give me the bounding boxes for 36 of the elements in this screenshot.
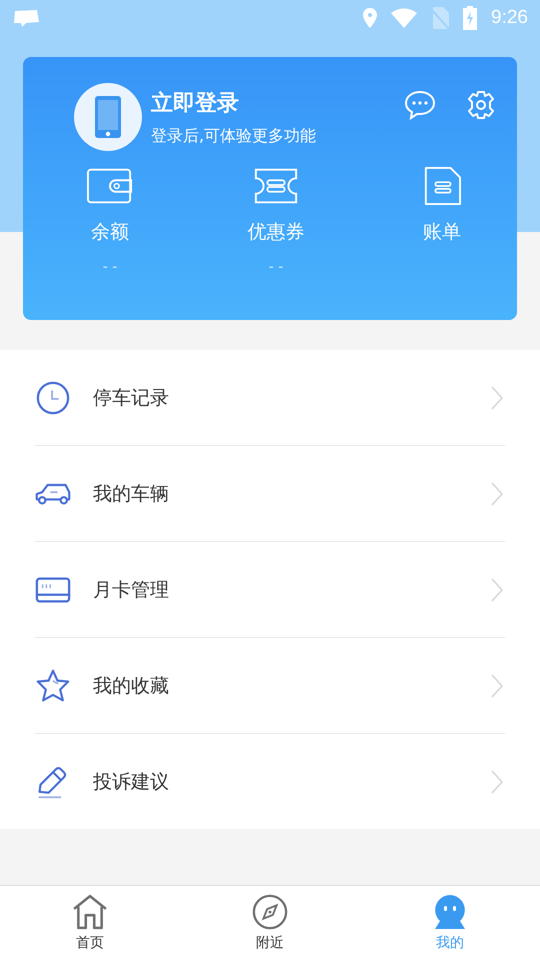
settings-icon[interactable] (465, 89, 497, 121)
wifi-icon (391, 8, 418, 28)
message-icon[interactable] (404, 89, 436, 121)
chevron-right-icon (491, 386, 503, 410)
menu-label: 停车记录 (93, 386, 170, 410)
status-time: 9:26 (491, 7, 528, 29)
nav-tab[interactable]: 附近 (180, 886, 360, 960)
chevron-right-icon (491, 482, 503, 506)
location-icon (363, 8, 378, 28)
app-notification-icon (12, 8, 40, 28)
menu-item[interactable]: 停车记录 (35, 350, 505, 446)
compass-icon (252, 894, 288, 930)
menu-item[interactable]: 我的收藏 (35, 638, 505, 734)
stat-value: - - (102, 259, 118, 275)
user-icon (432, 894, 468, 930)
menu-label: 我的收藏 (93, 674, 170, 698)
chevron-right-icon (491, 674, 503, 698)
chevron-right-icon (491, 578, 503, 602)
menu-label: 月卡管理 (93, 578, 170, 602)
battery-icon (463, 6, 478, 30)
login-subtitle: 登录后,可体验更多功能 (151, 126, 318, 146)
phone-avatar-icon[interactable] (74, 83, 142, 151)
home-icon (72, 894, 108, 930)
menu-label: 我的车辆 (93, 482, 170, 506)
star-icon (35, 668, 71, 702)
stat-value: - - (268, 259, 284, 275)
menu-item[interactable]: 我的车辆 (35, 446, 505, 542)
chevron-right-icon (491, 770, 503, 794)
menu-item[interactable]: 月卡管理 (35, 542, 505, 638)
ticket-icon[interactable] (253, 167, 299, 205)
menu-item[interactable]: 投诉建议 (35, 734, 505, 829)
no-sim-icon (431, 7, 450, 29)
nav-tab[interactable]: 首页 (0, 886, 180, 960)
wallet-icon[interactable] (87, 167, 133, 205)
menu-label: 投诉建议 (93, 770, 170, 794)
clock-icon (35, 380, 71, 414)
